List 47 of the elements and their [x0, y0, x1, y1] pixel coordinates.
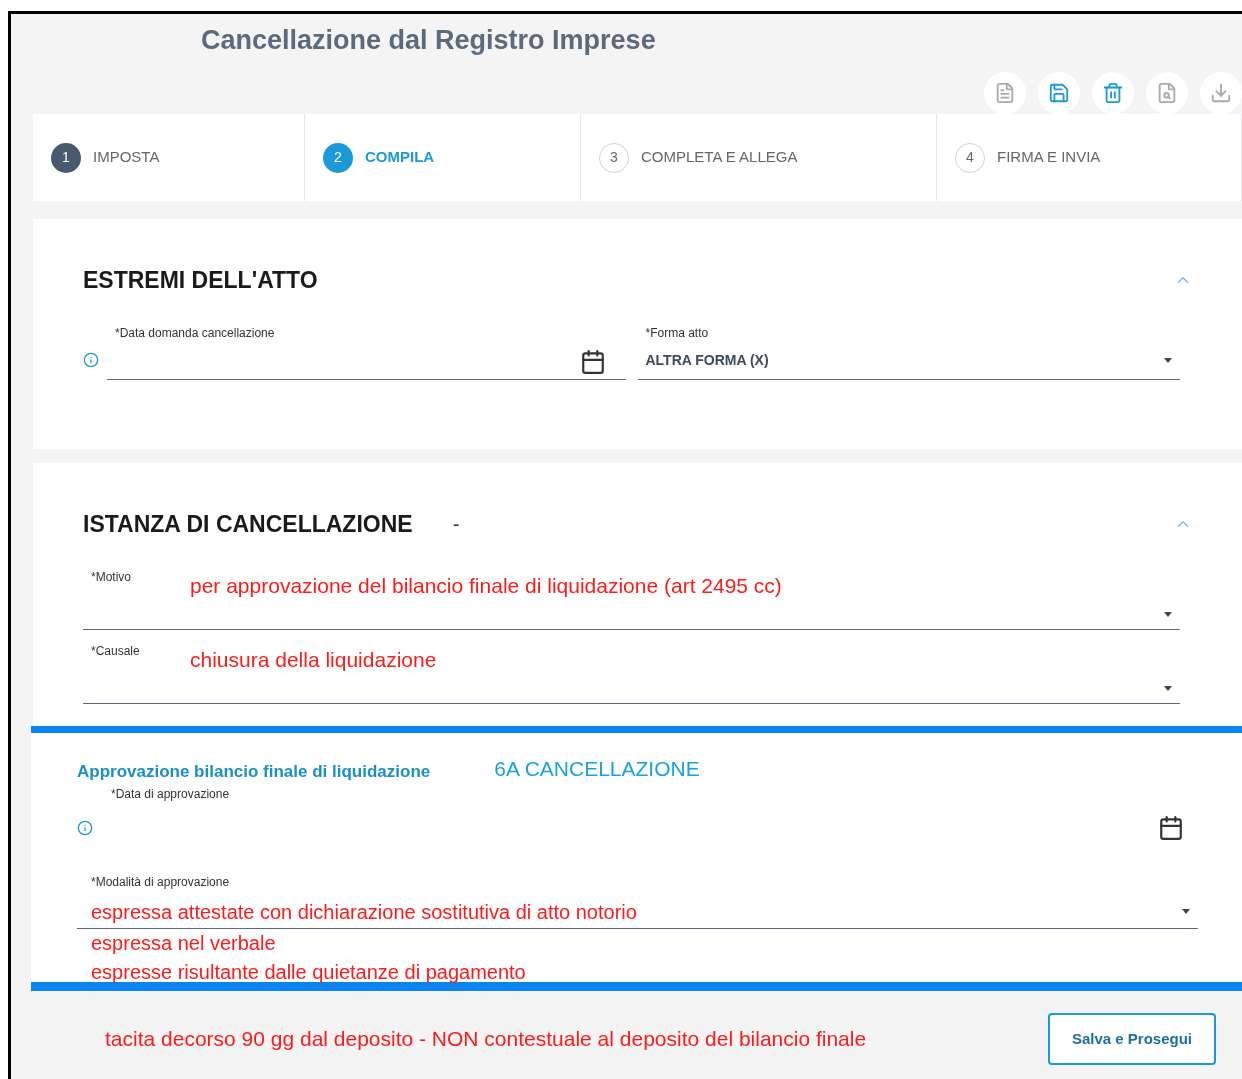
document-button[interactable] [984, 72, 1026, 114]
field-label: *Forma atto [644, 324, 710, 342]
info-icon[interactable] [77, 819, 93, 836]
annotation-text: per approvazione del bilancio finale di liquidazione (art 2495 cc) [190, 572, 782, 599]
select-field[interactable]: *Causale chiusura della liquidazione [83, 629, 1180, 704]
calendar-icon[interactable] [1158, 814, 1184, 841]
page-title: Cancellazione dal Registro Imprese [201, 24, 657, 57]
field-label: *Causale [91, 642, 140, 660]
select-field[interactable]: espressa attestate con dichiarazione sostitutiva di atto notorio [77, 896, 1198, 929]
dropdown-caret-icon[interactable] [1164, 357, 1172, 363]
section-title: ESTREMI DELL'ATTO [83, 266, 318, 295]
calendar-icon[interactable] [579, 348, 606, 375]
annotation-text: espressa nel verbale [90, 930, 277, 956]
annotation-text: espressa attestate con dichiarazione sostitutiva di atto notorio [91, 899, 637, 925]
step-label: COMPLETA E ALLEGA [641, 147, 798, 168]
dropdown-caret-icon[interactable] [1182, 909, 1190, 914]
field-value: ALTRA FORMA (X) [645, 350, 769, 370]
info-icon[interactable] [83, 351, 99, 368]
step-number: 1 [51, 142, 81, 173]
annotation-text: tacita decorso 90 gg dal deposito - NON contestuale al deposito del bilancio finale [105, 1026, 867, 1053]
dropdown-caret-icon[interactable] [1164, 611, 1172, 617]
save-and-continue-button[interactable]: Salva e Prosegui [1048, 1013, 1216, 1065]
trash-button[interactable] [1092, 72, 1134, 114]
step-label: COMPILA [365, 147, 435, 168]
step-label: FIRMA E INVIA [997, 147, 1101, 168]
annotation-text: 6A CANCELLAZIONE [494, 756, 700, 782]
select-field[interactable]: *Motivo per approvazione del bilancio finale di liquidazione (art 2495 cc) [83, 555, 1180, 630]
dropdown-caret-icon[interactable] [1164, 685, 1172, 691]
field-label: *Motivo [91, 568, 131, 586]
date-field[interactable]: *Data domanda cancellazione [107, 323, 626, 380]
step-label: IMPOSTA [93, 147, 160, 168]
step-number: 2 [323, 142, 353, 173]
document-preview-button[interactable] [1146, 72, 1188, 114]
annotation-text: espresse risultante dalle quietanze di pagamento [90, 959, 527, 985]
step-tab[interactable]: 3 COMPLETA E ALLEGA [581, 114, 937, 201]
save-button[interactable] [1038, 72, 1080, 114]
section-title: ISTANZA DI CANCELLAZIONE [83, 510, 413, 539]
step-tab[interactable]: 1 IMPOSTA [33, 114, 305, 201]
field-label: *Modalità di approvazione [91, 873, 231, 891]
subsection-title: Approvazione bilancio finale di liquidazione [77, 761, 431, 783]
step-tab[interactable]: 4 FIRMA E INVIA [937, 114, 1242, 201]
select-field[interactable]: *Forma atto ALTRA FORMA (X) [637, 323, 1180, 380]
download-button[interactable] [1200, 72, 1242, 114]
dash-text: - [452, 512, 460, 538]
field-label: *Data di approvazione [111, 785, 231, 803]
annotation-text: chiusura della liquidazione [190, 646, 437, 673]
field-label: *Data domanda cancellazione [114, 324, 276, 342]
